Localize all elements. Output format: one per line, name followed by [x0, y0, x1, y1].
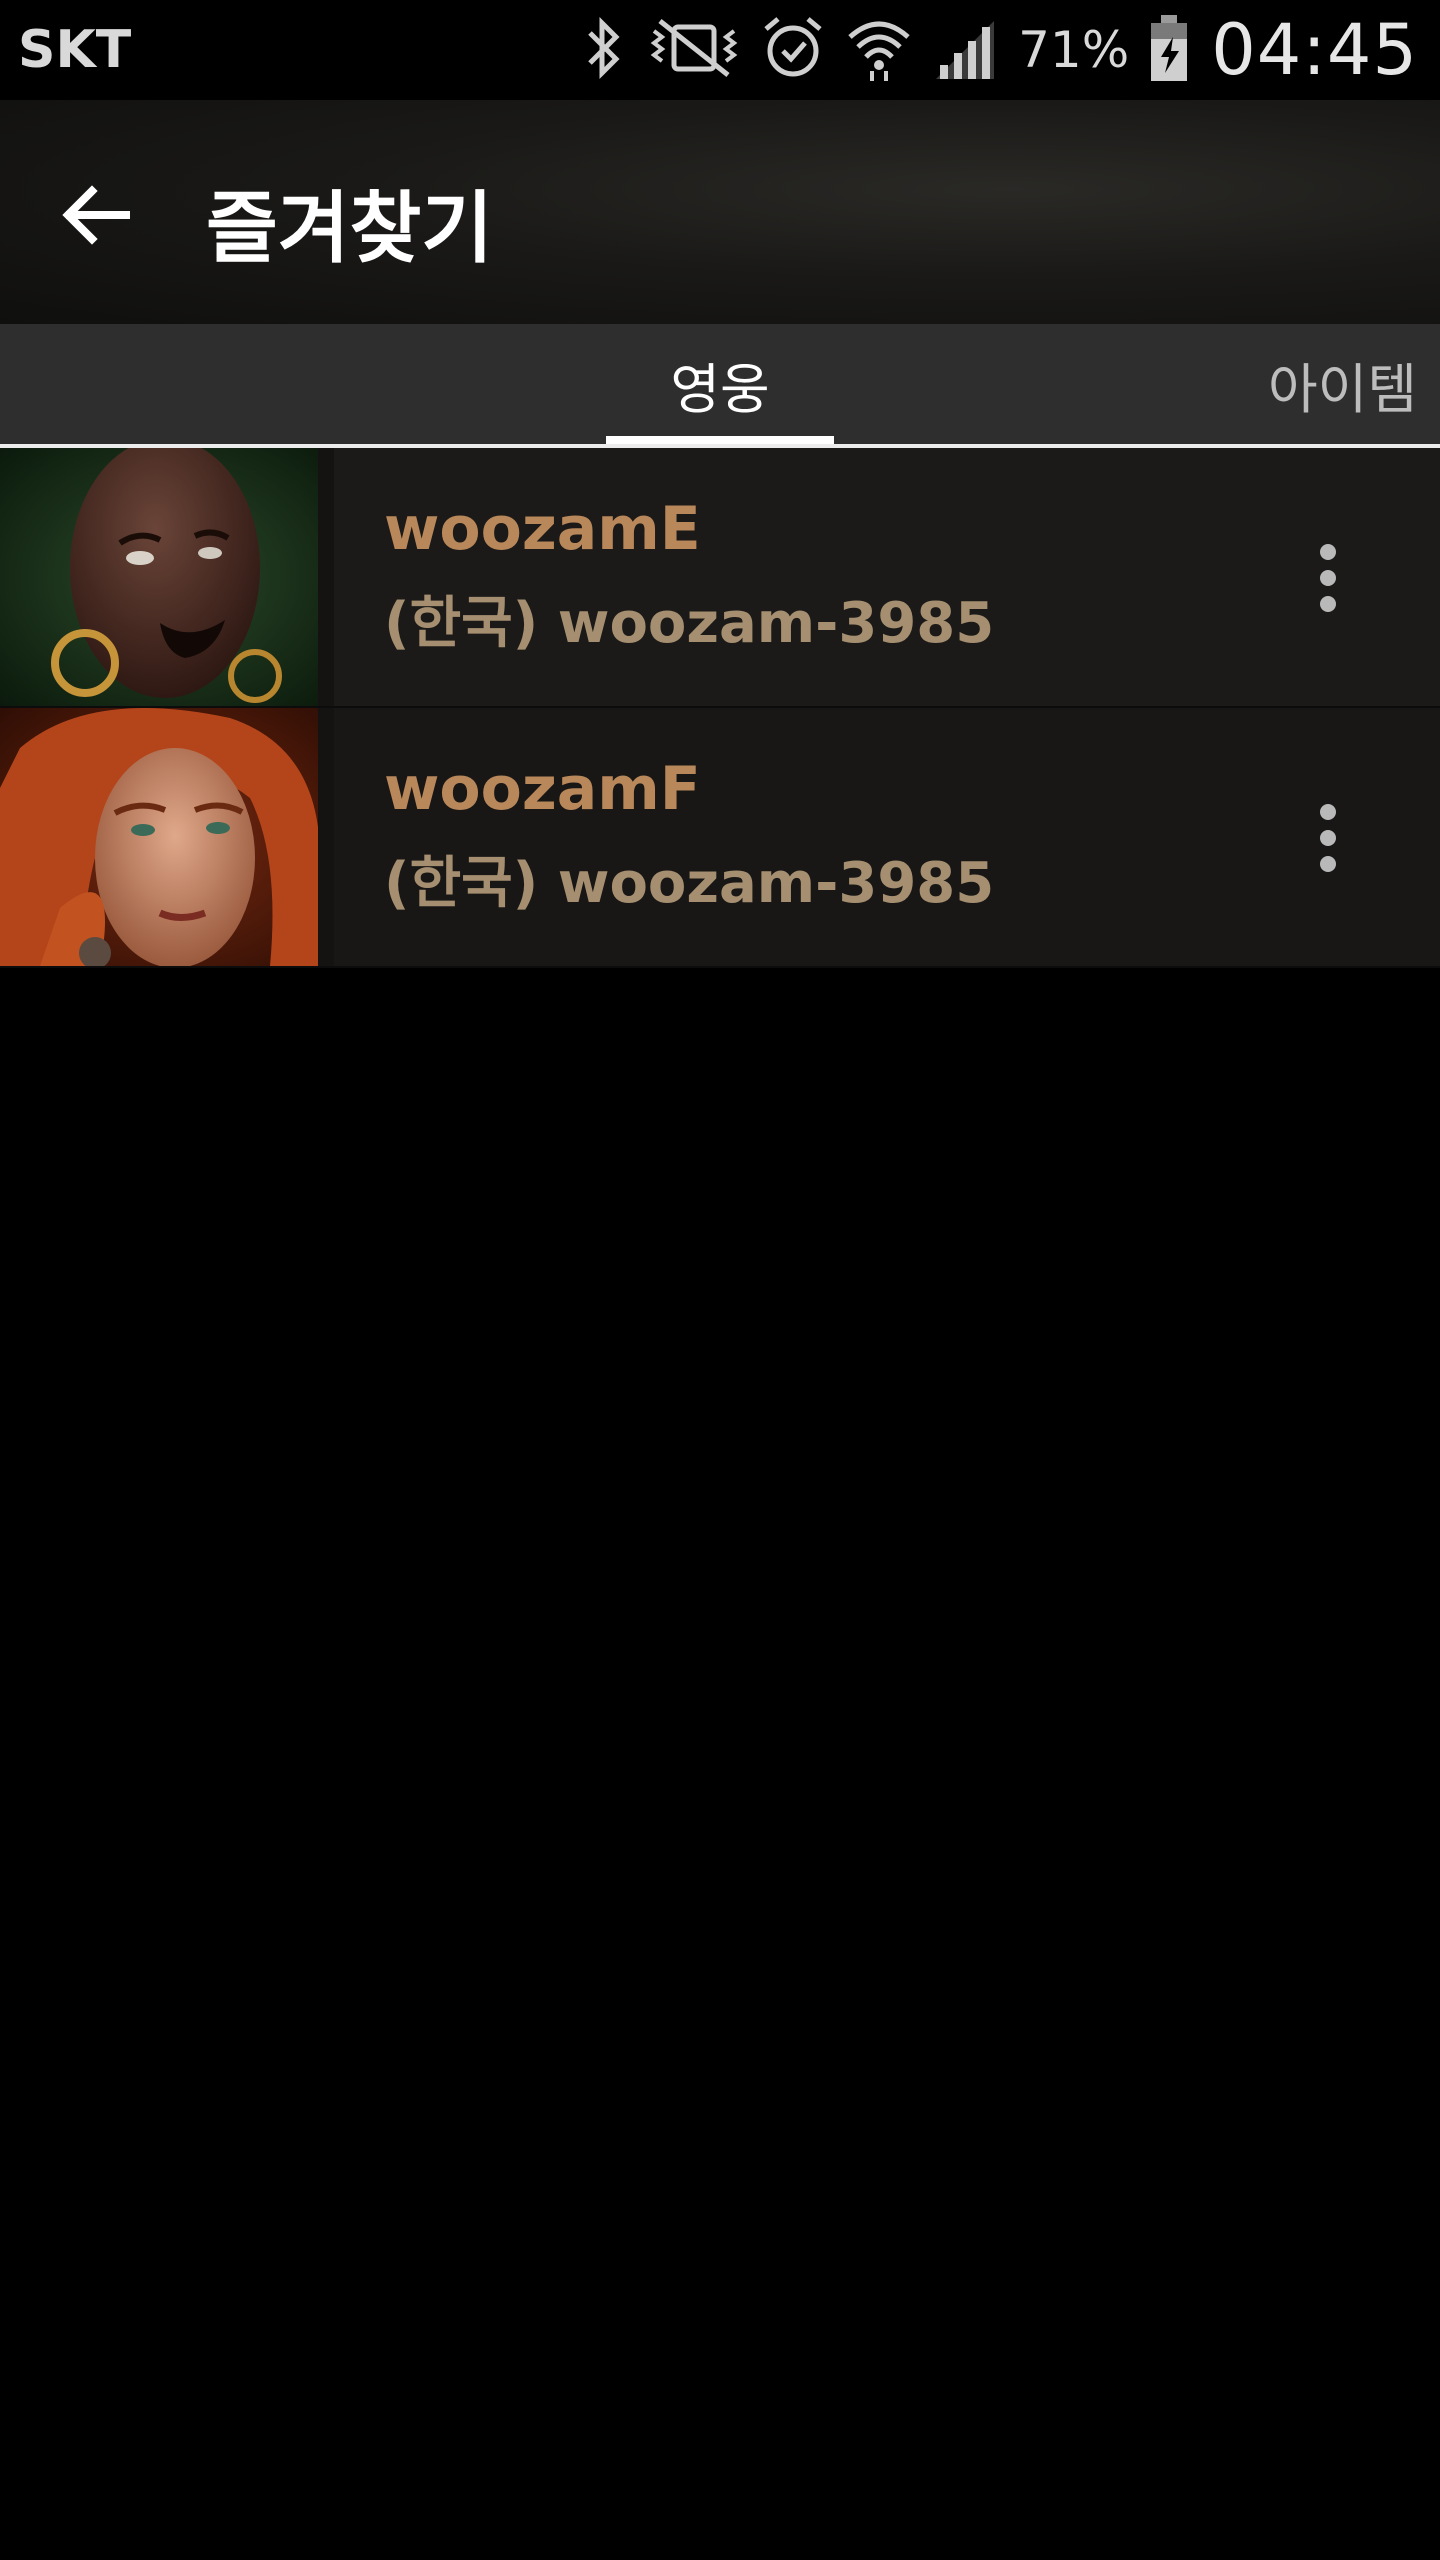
tab-heroes[interactable]: 영웅 — [606, 324, 834, 444]
back-button[interactable] — [40, 160, 150, 270]
alarm-icon — [760, 13, 826, 88]
vibrate-mute-icon — [646, 13, 742, 88]
list-item[interactable]: woozamE (한국) woozam-3985 — [0, 448, 1440, 708]
hero-account: (한국) woozam-3985 — [384, 591, 995, 656]
status-icons: 71% 04:45 — [560, 9, 1418, 91]
hero-portrait — [0, 708, 334, 966]
bluetooth-icon — [578, 13, 628, 88]
tab-indicator — [606, 436, 834, 444]
clock: 04:45 — [1211, 9, 1418, 91]
tab-bar: 영웅 아이템 — [0, 324, 1440, 448]
carrier-label: SKT — [18, 20, 132, 80]
hero-portrait — [0, 448, 334, 706]
hero-name: woozamE — [384, 494, 701, 564]
hero-account: (한국) woozam-3985 — [384, 851, 995, 916]
more-vert-icon-dot — [1320, 570, 1336, 586]
more-options-button[interactable] — [1290, 518, 1366, 638]
more-vert-icon-dot — [1320, 856, 1336, 872]
more-vert-icon-dot — [1320, 596, 1336, 612]
arrow-back-icon — [62, 185, 130, 245]
hero-name: woozamF — [384, 754, 701, 824]
page-title: 즐겨찾기 — [206, 184, 494, 274]
signal-icon — [932, 13, 998, 88]
more-vert-icon — [1320, 804, 1336, 820]
tab-heroes-label: 영웅 — [670, 357, 770, 421]
wifi-icon — [844, 13, 914, 88]
list-item[interactable]: woozamF (한국) woozam-3985 — [0, 708, 1440, 968]
more-options-button[interactable] — [1290, 778, 1366, 898]
tab-items[interactable]: 아이템 — [1268, 324, 1440, 444]
app-bar: 즐겨찾기 — [0, 100, 1440, 324]
battery-percent: 71% — [1018, 21, 1130, 79]
favorites-list: woozamE (한국) woozam-3985 woozamF (한국) wo… — [0, 448, 1440, 968]
more-vert-icon — [1320, 544, 1336, 560]
more-vert-icon-dot — [1320, 830, 1336, 846]
tab-items-label: 아이템 — [1268, 357, 1418, 421]
status-bar: SKT 71% 04:45 — [0, 0, 1440, 100]
battery-charging-icon — [1147, 13, 1191, 88]
